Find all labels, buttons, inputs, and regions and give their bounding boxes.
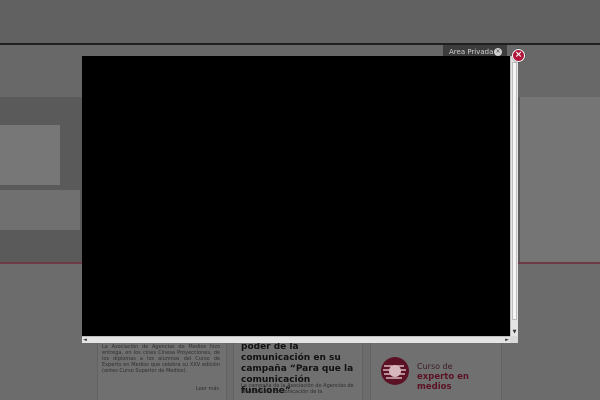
scroll-down-arrow-icon[interactable]: ▼ xyxy=(512,329,517,335)
area-privada-label: Area Privada xyxy=(449,48,494,56)
curso-logo-line1: Curso de xyxy=(417,362,453,371)
news-1-text: La Asociación de Agencias de Medios hizo… xyxy=(102,344,220,374)
close-icon: × xyxy=(514,50,523,60)
news-2-text: La campaña de la Asociación de Agencias … xyxy=(241,383,354,395)
hero-image-right xyxy=(520,97,600,262)
curso-logo-icon xyxy=(381,357,409,385)
scrollbar-corner xyxy=(510,336,518,343)
vertical-scrollbar-thumb[interactable] xyxy=(512,62,517,320)
hero-image-block xyxy=(0,190,80,230)
video-player[interactable] xyxy=(82,56,510,336)
top-bar xyxy=(0,0,600,43)
scroll-left-arrow-icon[interactable]: ◄ xyxy=(83,337,87,343)
read-more-link[interactable]: Leer más xyxy=(196,386,219,392)
hero-image-block xyxy=(0,125,60,185)
curso-experto-logo[interactable]: Curso de experto en medios xyxy=(377,350,502,392)
video-modal: ▼ ◄ ► xyxy=(82,56,518,343)
scroll-right-arrow-icon[interactable]: ► xyxy=(505,337,509,343)
horizontal-scrollbar[interactable]: ◄ ► xyxy=(82,336,510,343)
curso-logo-line2: experto en medios xyxy=(417,372,469,392)
area-privada-close-icon[interactable]: × xyxy=(494,48,502,56)
vertical-scrollbar[interactable]: ▼ xyxy=(510,56,518,336)
modal-close-button[interactable]: × xyxy=(512,49,525,62)
